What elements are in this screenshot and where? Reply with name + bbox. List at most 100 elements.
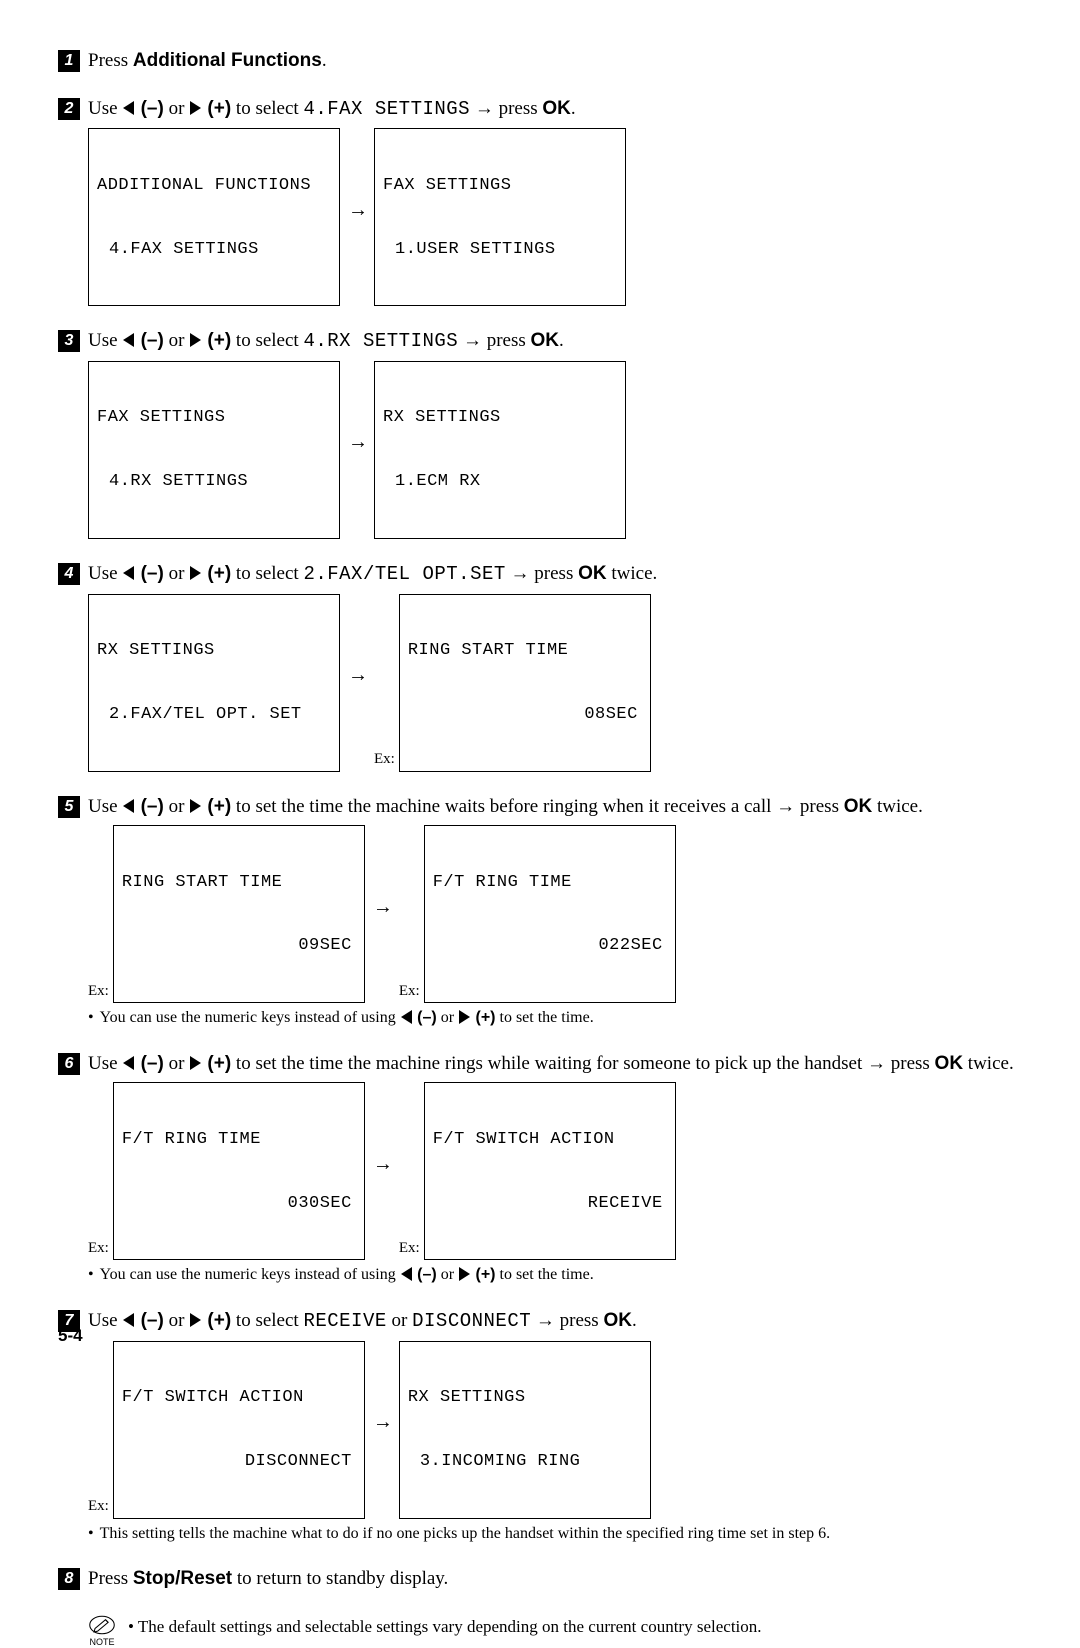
text: . <box>559 330 564 351</box>
left-arrow-icon <box>123 1313 134 1327</box>
text: Use <box>88 98 122 119</box>
example-label: Ex: <box>88 1496 109 1516</box>
pencil-icon <box>88 1614 116 1636</box>
right-arrow-icon <box>459 1010 470 1024</box>
page-number: 5-4 <box>58 1325 83 1348</box>
text: to select <box>231 1310 303 1331</box>
left-arrow-icon <box>401 1010 412 1024</box>
lcd-line: RING START TIME <box>122 872 356 893</box>
ok-label: OK <box>542 98 571 119</box>
right-arrow-icon <box>190 566 201 580</box>
step-number-badge: 8 <box>58 1568 80 1590</box>
lcd-line: 09SEC <box>122 935 356 956</box>
text: or <box>437 1009 458 1026</box>
right-arrow-icon <box>190 1313 201 1327</box>
text: to select <box>231 563 303 584</box>
lcd-line: FAX SETTINGS <box>383 175 617 196</box>
text: twice. <box>872 796 923 817</box>
step-number-badge: 2 <box>58 98 80 120</box>
step-head: 6 Use (–) or (+) to set the time the mac… <box>58 1051 1030 1077</box>
lcd-display: RX SETTINGS 3.INCOMING RING <box>399 1341 651 1519</box>
text: or <box>387 1310 412 1331</box>
button-name: Stop/Reset <box>133 1568 232 1589</box>
lcd-display: F/T SWITCH ACTION RECEIVE <box>424 1082 676 1260</box>
text: or <box>164 98 189 119</box>
lcd-line: 3.INCOMING RING <box>408 1451 642 1472</box>
right-arrow-icon <box>459 1267 470 1281</box>
lcd-wrap: Ex: F/T SWITCH ACTION RECEIVE <box>399 1082 676 1260</box>
text: twice. <box>607 563 658 584</box>
menu-name: 4.FAX SETTINGS <box>303 98 470 120</box>
lcd-row: ADDITIONAL FUNCTIONS 4.FAX SETTINGS → FA… <box>88 128 1030 306</box>
step-body: RX SETTINGS 2.FAX/TEL OPT. SET → Ex: RIN… <box>88 594 1030 772</box>
arrow-icon: → <box>348 197 368 224</box>
step-7: 7 Use (–) or (+) to select RECEIVE or DI… <box>58 1308 1030 1544</box>
step-instruction: Use (–) or (+) to set the time the machi… <box>88 1051 1030 1077</box>
key-label: (+) <box>202 796 231 817</box>
text: The default settings and selectable sett… <box>138 1617 762 1636</box>
lcd-line: 2.FAX/TEL OPT. SET <box>97 704 331 725</box>
step-head: 2 Use (–) or (+) to select 4.FAX SETTING… <box>58 96 1030 123</box>
text: . <box>571 98 576 119</box>
arrow-icon: → <box>373 1151 393 1178</box>
lcd-line: RX SETTINGS <box>383 407 617 428</box>
right-arrow-icon <box>190 1056 201 1070</box>
key-label: (+) <box>202 330 231 351</box>
step-instruction: Use (–) or (+) to select 4.RX SETTINGS →… <box>88 328 1030 355</box>
arrow-icon: → <box>373 894 393 921</box>
key-label: (+) <box>471 1266 495 1283</box>
text: to set the time the machine rings while … <box>231 1053 934 1074</box>
text: to return to standby display. <box>232 1568 448 1589</box>
arrow-icon: → <box>348 429 368 456</box>
text: or <box>437 1266 458 1283</box>
key-label: (–) <box>413 1009 437 1026</box>
right-arrow-icon <box>190 799 201 813</box>
lcd-line: 08SEC <box>408 704 642 725</box>
text: to set the time. <box>496 1266 594 1283</box>
text: to select <box>231 98 303 119</box>
text: Use <box>88 330 122 351</box>
left-arrow-icon <box>123 101 134 115</box>
key-label: (–) <box>135 1053 164 1074</box>
lcd-display: F/T RING TIME 030SEC <box>113 1082 365 1260</box>
left-arrow-icon <box>123 1056 134 1070</box>
note-label: NOTE <box>89 1636 114 1648</box>
step-number-badge: 5 <box>58 796 80 818</box>
text: or <box>164 330 189 351</box>
step-head: 8 Press Stop/Reset to return to standby … <box>58 1566 1030 1592</box>
bullet-note: • This setting tells the machine what to… <box>88 1523 1030 1545</box>
lcd-line: 030SEC <box>122 1193 356 1214</box>
text: → press <box>506 563 578 584</box>
arrow-icon: → <box>373 1409 393 1436</box>
text: to set the time the machine waits before… <box>231 796 844 817</box>
lcd-line: 4.RX SETTINGS <box>97 471 331 492</box>
step-head: 4 Use (–) or (+) to select 2.FAX/TEL OPT… <box>58 561 1030 588</box>
example-label: Ex: <box>374 749 395 769</box>
lcd-wrap: Ex: F/T RING TIME 030SEC <box>88 1082 365 1260</box>
text: You can use the numeric keys instead of … <box>100 1266 400 1283</box>
lcd-row: Ex: RING START TIME 09SEC → Ex: F/T RING… <box>88 825 1030 1003</box>
text: or <box>164 563 189 584</box>
text: or <box>164 796 189 817</box>
text: to set the time. <box>496 1009 594 1026</box>
lcd-row: FAX SETTINGS 4.RX SETTINGS → RX SETTINGS… <box>88 361 1030 539</box>
lcd-wrap: Ex: RING START TIME 09SEC <box>88 825 365 1003</box>
lcd-line: 4.FAX SETTINGS <box>97 239 331 260</box>
step-body: Ex: F/T RING TIME 030SEC → Ex: F/T SWITC… <box>88 1082 1030 1286</box>
step-body: ADDITIONAL FUNCTIONS 4.FAX SETTINGS → FA… <box>88 128 1030 306</box>
lcd-wrap: Ex: RING START TIME 08SEC <box>374 594 651 772</box>
lcd-row: RX SETTINGS 2.FAX/TEL OPT. SET → Ex: RIN… <box>88 594 1030 772</box>
bullet-text: You can use the numeric keys instead of … <box>100 1264 594 1286</box>
text: Press <box>88 50 133 71</box>
bullet-icon: • <box>88 1264 94 1286</box>
right-arrow-icon <box>190 333 201 347</box>
text: twice. <box>963 1053 1014 1074</box>
text: Use <box>88 796 122 817</box>
step-instruction: Press Stop/Reset to return to standby di… <box>88 1566 1030 1592</box>
lcd-display: FAX SETTINGS 4.RX SETTINGS <box>88 361 340 539</box>
bullet-text: This setting tells the machine what to d… <box>100 1523 831 1545</box>
step-2: 2 Use (–) or (+) to select 4.FAX SETTING… <box>58 96 1030 307</box>
step-number-badge: 6 <box>58 1053 80 1075</box>
menu-name: RECEIVE <box>303 1310 386 1332</box>
lcd-display: F/T SWITCH ACTION DISCONNECT <box>113 1341 365 1519</box>
